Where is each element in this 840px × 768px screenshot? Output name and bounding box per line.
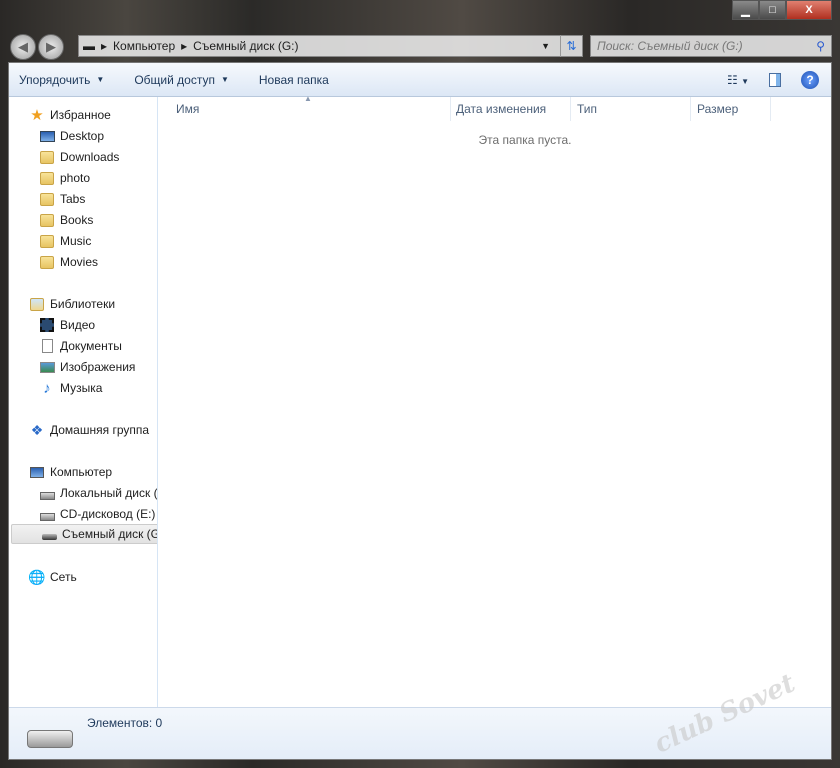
close-button[interactable]: X: [786, 0, 832, 20]
sidebar-item-local-disk[interactable]: Локальный диск (: [9, 483, 158, 503]
sidebar-item-photo[interactable]: photo: [9, 168, 157, 188]
sidebar-label: Съемный диск (G: [62, 527, 158, 541]
network-icon: 🌐: [28, 568, 46, 585]
sidebar-item-video[interactable]: Видео: [9, 315, 157, 335]
star-icon: ★: [30, 107, 44, 124]
sidebar-label: Локальный диск (: [60, 486, 158, 500]
address-bar[interactable]: ▬ ▸ Компьютер ▸ Съемный диск (G:) ▼ ⇅: [78, 35, 583, 57]
toolbar: Упорядочить ▼ Общий доступ ▼ Новая папка ☷…: [9, 63, 831, 97]
breadcrumb-computer[interactable]: Компьютер: [113, 39, 175, 53]
music-note-icon: ♪: [43, 379, 51, 397]
refresh-icon[interactable]: ⇅: [560, 35, 582, 57]
new-folder-button[interactable]: Новая папка: [259, 73, 329, 87]
sidebar-computer[interactable]: Компьютер: [9, 462, 157, 482]
item-count: Элементов: 0: [87, 716, 163, 730]
sidebar-favorites[interactable]: ★ Избранное: [9, 105, 157, 125]
help-icon[interactable]: ?: [801, 70, 819, 89]
search-input[interactable]: Поиск: Съемный диск (G:) ⚲: [590, 35, 832, 57]
sidebar-label: Документы: [60, 339, 122, 353]
sidebar-item-downloads[interactable]: Downloads: [9, 147, 157, 167]
sidebar-label: CD-дисковод (E:): [60, 507, 156, 521]
sidebar-item-music-library[interactable]: ♪ Музыка: [9, 378, 157, 398]
sidebar-label: photo: [60, 171, 91, 185]
pictures-icon: [39, 359, 55, 375]
maximize-button[interactable]: □: [759, 0, 786, 20]
search-placeholder: Поиск: Съемный диск (G:): [597, 39, 743, 53]
back-button[interactable]: ◀: [10, 34, 36, 60]
organize-button[interactable]: Упорядочить ▼: [19, 73, 104, 87]
share-button[interactable]: Общий доступ ▼: [134, 73, 229, 87]
organize-label: Упорядочить: [19, 72, 91, 87]
sidebar-item-pictures[interactable]: Изображения: [9, 357, 157, 377]
sidebar-label: Books: [60, 213, 94, 227]
folder-icon: [39, 233, 55, 249]
sidebar-label: Desktop: [60, 129, 105, 143]
sidebar-label: Music: [60, 234, 92, 248]
sidebar-label: Сеть: [50, 570, 77, 584]
search-icon[interactable]: ⚲: [816, 39, 825, 53]
sidebar-label: Библиотеки: [50, 297, 116, 311]
sidebar-label: Tabs: [60, 192, 86, 206]
preview-pane-icon[interactable]: [769, 72, 781, 87]
libraries-icon: [29, 296, 45, 312]
sidebar-item-desktop[interactable]: Desktop: [9, 126, 157, 146]
sidebar-label: Movies: [60, 255, 99, 269]
sidebar-label: Домашняя группа: [50, 423, 150, 437]
sidebar-item-books[interactable]: Books: [9, 210, 157, 230]
sidebar-label: Downloads: [60, 150, 120, 164]
breadcrumb-drive[interactable]: Съемный диск (G:): [193, 39, 298, 53]
column-type[interactable]: Тип: [571, 97, 691, 121]
removable-drive-icon: [42, 526, 57, 542]
empty-folder-message: Эта папка пуста.: [478, 133, 572, 147]
chevron-down-icon: ▼: [96, 75, 105, 84]
explorer-window: Упорядочить ▼ Общий доступ ▼ Новая папка ☷…: [8, 62, 832, 760]
details-pane: Элементов: 0 club Sovet: [9, 668, 831, 760]
forward-button[interactable]: ▶: [38, 34, 64, 60]
removable-drive-icon: [27, 730, 73, 748]
sidebar-item-removable-disk[interactable]: Съемный диск (G: [11, 524, 158, 544]
desktop-icon: [39, 128, 55, 144]
column-size[interactable]: Размер: [691, 97, 771, 121]
breadcrumb-separator-icon: ▸: [181, 39, 188, 53]
caption-buttons: ▁ □ X: [732, 0, 832, 20]
sidebar-item-tabs[interactable]: Tabs: [9, 189, 157, 209]
sidebar-item-cd-drive[interactable]: CD-дисковод (E:): [9, 504, 157, 524]
view-options-icon[interactable]: ☷ ▼: [727, 73, 749, 87]
sidebar-label: Видео: [60, 318, 96, 332]
column-date-modified[interactable]: Дата изменения: [451, 97, 571, 121]
computer-icon: [29, 464, 45, 480]
document-icon: [39, 338, 55, 354]
new-folder-label: Новая папка: [258, 72, 329, 87]
folder-icon: [39, 212, 55, 228]
address-dropdown-icon[interactable]: ▼: [537, 41, 554, 51]
file-list: ▲ Имя Дата изменения Тип Размер Эта папк…: [159, 94, 831, 707]
nav-buttons: ◀ ▶: [10, 34, 64, 60]
sidebar-label: Музыка: [60, 381, 103, 395]
share-label: Общий доступ: [134, 72, 215, 87]
chevron-down-icon: ▼: [220, 75, 229, 84]
sidebar-libraries[interactable]: Библиотеки: [9, 294, 157, 314]
sidebar-network[interactable]: 🌐 Сеть: [9, 567, 157, 587]
sidebar-homegroup[interactable]: ❖ Домашняя группа: [9, 420, 157, 440]
drive-icon: ▬: [83, 39, 95, 53]
cd-drive-icon: [39, 506, 55, 522]
folder-icon: [39, 191, 55, 207]
sidebar-label: Изображения: [60, 360, 136, 374]
sort-ascending-icon: ▲: [304, 94, 312, 103]
sidebar-label: Компьютер: [50, 465, 113, 479]
navigation-pane: ★ Избранное Desktop Downloads photo Tabs …: [9, 97, 158, 707]
homegroup-icon: ❖: [30, 421, 44, 438]
sidebar-item-music[interactable]: Music: [9, 231, 157, 251]
sidebar-label: Избранное: [50, 108, 111, 122]
folder-icon: [39, 170, 55, 186]
downloads-folder-icon: [39, 149, 55, 165]
video-icon: [39, 317, 55, 333]
folder-icon: [39, 254, 55, 270]
sidebar-item-movies[interactable]: Movies: [9, 252, 157, 272]
minimize-button[interactable]: ▁: [732, 0, 759, 20]
column-headers: ▲ Имя Дата изменения Тип Размер: [159, 94, 831, 121]
hard-drive-icon: [39, 485, 55, 501]
sidebar-item-documents[interactable]: Документы: [9, 336, 157, 356]
breadcrumb-separator-icon: ▸: [101, 39, 108, 53]
